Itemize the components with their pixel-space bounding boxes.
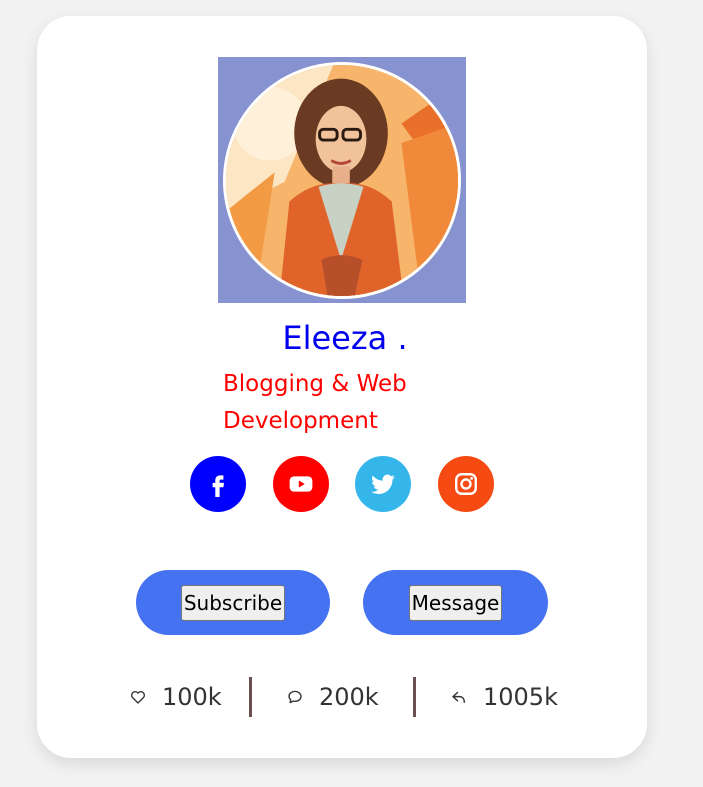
youtube-button[interactable]	[273, 456, 329, 512]
stat-shares: 1005k	[450, 676, 558, 718]
instagram-icon	[455, 473, 477, 495]
subscribe-button[interactable]: Subscribe	[180, 584, 286, 621]
avatar-illustration	[226, 65, 458, 296]
social-links	[37, 456, 647, 512]
twitter-icon	[371, 474, 395, 494]
stat-divider	[249, 677, 252, 717]
comment-icon	[286, 688, 304, 706]
facebook-button[interactable]	[190, 456, 246, 512]
stats-bar: 100k 200k 1005k	[37, 676, 647, 718]
profile-role: Blogging & Web Development	[223, 371, 407, 434]
stat-shares-value: 1005k	[483, 683, 558, 711]
instagram-button[interactable]	[438, 456, 494, 512]
message-button[interactable]: Message	[408, 584, 503, 621]
twitter-button[interactable]	[355, 456, 411, 512]
stat-comments: 200k	[286, 676, 379, 718]
avatar-frame	[218, 57, 466, 303]
youtube-icon	[289, 476, 313, 492]
stat-likes-value: 100k	[162, 683, 222, 711]
facebook-icon	[212, 475, 224, 497]
stat-divider	[413, 677, 416, 717]
heart-icon	[129, 688, 147, 706]
avatar	[223, 62, 461, 299]
message-pill: Message	[363, 570, 548, 635]
profile-card: Eleeza . Blogging & Web Development Subs…	[37, 16, 647, 758]
stat-comments-value: 200k	[319, 683, 379, 711]
profile-name: Eleeza .	[282, 319, 408, 357]
share-icon	[450, 688, 468, 706]
subscribe-pill: Subscribe	[136, 570, 330, 635]
stat-likes: 100k	[129, 676, 222, 718]
